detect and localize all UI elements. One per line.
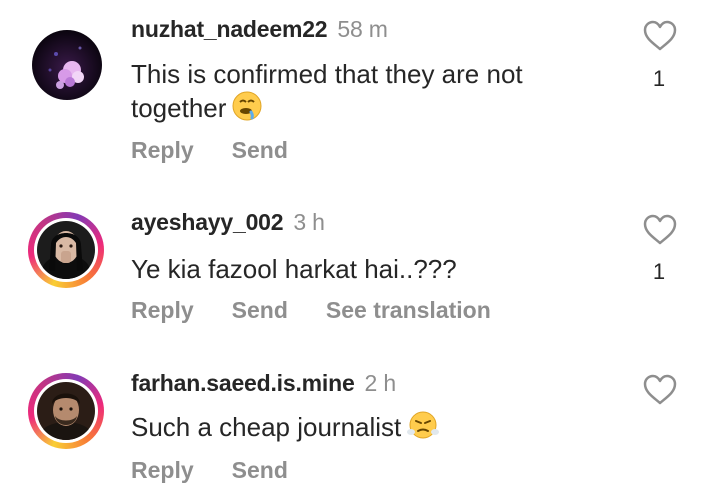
avatar[interactable] <box>28 212 104 288</box>
comment-text: This is confirmed that they are not toge… <box>131 57 601 129</box>
comment-text: Ye kia fazool harkat hai..??? <box>131 254 457 284</box>
comment-item: nuzhat_nadeem22 58 m This is confirmed th… <box>0 0 720 180</box>
see-translation-button[interactable]: See translation <box>326 297 491 323</box>
avatar-image <box>37 382 95 440</box>
like-count: 1 <box>652 259 666 284</box>
comment-time: 3 h <box>293 209 325 235</box>
reply-button[interactable]: Reply <box>131 457 194 483</box>
face-with-steam-emoji <box>407 410 440 448</box>
send-button[interactable]: Send <box>232 297 288 323</box>
send-button[interactable]: Send <box>232 137 288 163</box>
comment-username[interactable]: ayeshayy_002 3 h <box>131 209 325 236</box>
avatar-image <box>37 221 95 279</box>
comment-time: 58 m <box>337 16 388 42</box>
reply-button[interactable]: Reply <box>131 137 194 163</box>
heart-outline-icon[interactable] <box>643 20 677 52</box>
like-count: 1 <box>652 66 666 91</box>
comment-username[interactable]: nuzhat_nadeem22 58 m <box>131 16 388 43</box>
comment-text: Such a cheap journalist <box>131 410 601 448</box>
heart-outline-icon[interactable] <box>643 374 677 406</box>
comment-username[interactable]: farhan.saeed.is.mine 2 h <box>131 370 396 397</box>
avatar-image <box>32 30 102 100</box>
avatar[interactable] <box>28 26 104 102</box>
comment-actions: Reply Send See translation <box>131 297 529 324</box>
comment-actions: Reply Send <box>131 457 326 484</box>
reply-button[interactable]: Reply <box>131 297 194 323</box>
send-button[interactable]: Send <box>232 457 288 483</box>
comment-time: 2 h <box>364 370 397 396</box>
heart-outline-icon[interactable] <box>643 214 677 246</box>
comment-actions: Reply Send <box>131 137 326 164</box>
avatar[interactable] <box>28 373 104 449</box>
drooling-face-emoji <box>232 91 262 129</box>
